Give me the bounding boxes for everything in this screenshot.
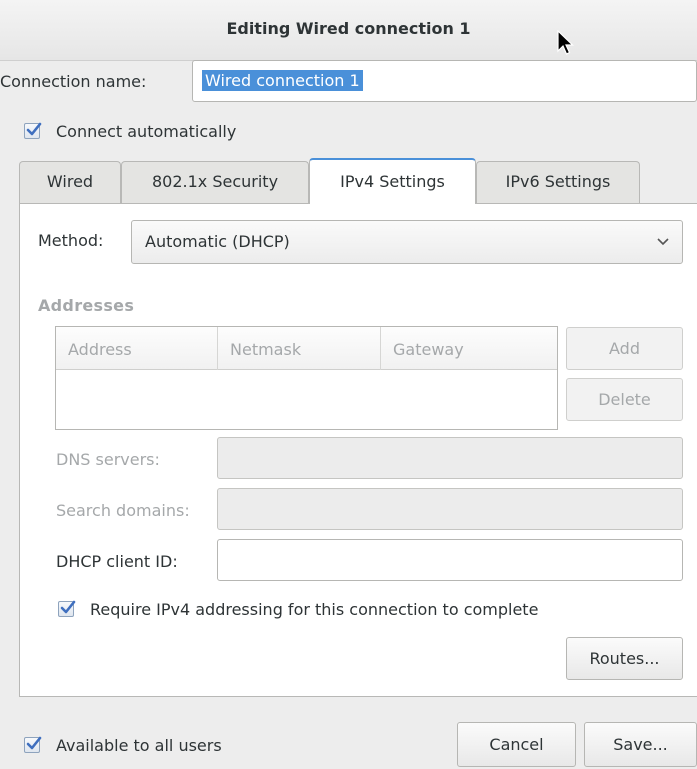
delete-address-button[interactable]: Delete (566, 378, 683, 421)
addresses-table[interactable]: Address Netmask Gateway (55, 326, 558, 430)
dhcp-client-id-label: DHCP client ID: (56, 552, 178, 571)
require-ipv4-label: Require IPv4 addressing for this connect… (90, 600, 539, 619)
require-ipv4-checkbox[interactable]: Require IPv4 addressing for this connect… (58, 600, 618, 620)
tab-8021x-security[interactable]: 802.1x Security (121, 161, 309, 203)
save-button[interactable]: Save... (584, 722, 697, 767)
column-divider (217, 327, 218, 370)
column-header-netmask[interactable]: Netmask (230, 340, 301, 359)
connect-automatically-label: Connect automatically (56, 122, 237, 141)
title-bar: Editing Wired connection 1 (0, 0, 697, 61)
cancel-button[interactable]: Cancel (457, 722, 576, 767)
delete-button-label: Delete (598, 390, 651, 409)
tab-ipv6-settings[interactable]: IPv6 Settings (476, 161, 640, 203)
add-address-button[interactable]: Add (566, 327, 683, 370)
addresses-table-header: Address Netmask Gateway (56, 327, 557, 370)
addresses-heading: Addresses (38, 296, 135, 315)
connection-name-value: Wired connection 1 (202, 70, 363, 91)
tab-wired-label: Wired (46, 172, 94, 191)
tab-ipv4-settings[interactable]: IPv4 Settings (309, 158, 476, 204)
method-value: Automatic (DHCP) (145, 232, 290, 251)
chevron-down-icon (657, 238, 669, 246)
connection-name-input[interactable]: Wired connection 1 (192, 60, 697, 102)
routes-button[interactable]: Routes... (566, 637, 683, 680)
available-to-all-users-label: Available to all users (56, 736, 222, 755)
add-button-label: Add (609, 339, 640, 358)
search-domains-label: Search domains: (56, 501, 190, 520)
connect-automatically-checkbox[interactable]: Connect automatically (24, 122, 324, 142)
tab-wired[interactable]: Wired (19, 161, 121, 203)
dhcp-client-id-input[interactable] (217, 539, 683, 581)
column-header-gateway[interactable]: Gateway (393, 340, 464, 359)
method-select[interactable]: Automatic (DHCP) (131, 220, 683, 264)
method-label: Method: (38, 231, 104, 250)
checkbox-checked-icon (24, 122, 42, 139)
column-header-address[interactable]: Address (68, 340, 132, 359)
mouse-pointer-icon (557, 30, 574, 55)
connection-name-label: Connection name: (0, 72, 147, 91)
tab-8021x-security-label: 802.1x Security (151, 172, 279, 191)
tab-ipv6-settings-label: IPv6 Settings (505, 172, 611, 191)
checkbox-checked-icon (24, 736, 42, 753)
search-domains-input[interactable] (217, 488, 683, 530)
routes-button-label: Routes... (589, 649, 660, 668)
dns-servers-input[interactable] (217, 437, 683, 479)
available-to-all-users-checkbox[interactable]: Available to all users (24, 736, 324, 756)
tab-ipv4-settings-label: IPv4 Settings (340, 172, 445, 191)
column-divider (380, 327, 381, 370)
save-button-label: Save... (613, 735, 668, 754)
dns-servers-label: DNS servers: (56, 450, 160, 469)
window-title: Editing Wired connection 1 (226, 19, 471, 38)
checkbox-checked-icon (58, 600, 76, 617)
cancel-button-label: Cancel (489, 735, 544, 754)
